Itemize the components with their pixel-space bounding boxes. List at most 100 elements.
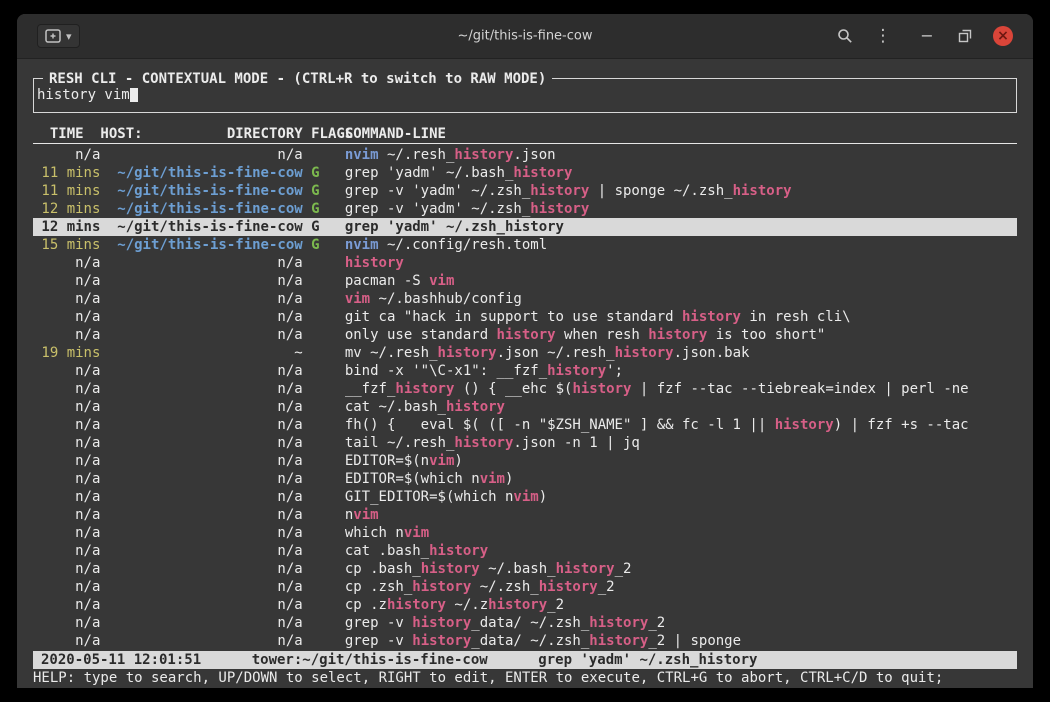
history-row[interactable]: n/an/acat ~/.bash_history [33, 398, 1017, 416]
row-time: n/a [33, 362, 100, 380]
row-command: history [345, 254, 1017, 272]
row-host-directory: n/a [100, 578, 302, 596]
row-host-directory: ~ [100, 344, 302, 362]
column-header-host-directory: HOST:DIRECTORY [100, 125, 302, 143]
command-text: cat .bash_ [345, 543, 429, 559]
history-row[interactable]: n/an/awhich nvim [33, 524, 1017, 542]
row-time: n/a [33, 488, 100, 506]
command-match-text: history [412, 615, 471, 631]
row-flags [303, 542, 345, 560]
history-row[interactable]: n/an/anvim [33, 506, 1017, 524]
new-tab-button[interactable]: ▾ [37, 24, 80, 48]
resh-search-panel: RESH CLI - CONTEXTUAL MODE - (CTRL+R to … [33, 78, 1017, 113]
row-time: 12 mins [33, 218, 100, 236]
history-row[interactable]: n/an/avim ~/.bashhub/config [33, 290, 1017, 308]
row-command: grep -v history_data/ ~/.zsh_history_2 |… [345, 632, 1017, 650]
minimize-button[interactable]: − [911, 20, 943, 52]
history-row[interactable]: n/an/a__fzf_history () { __ehc $(history… [33, 380, 1017, 398]
row-host-directory: n/a [100, 380, 302, 398]
row-time: n/a [33, 452, 100, 470]
row-flags: G [303, 182, 345, 200]
row-host-directory: ~/git/this-is-fine-cow [100, 218, 302, 236]
command-match-text: nvim [345, 237, 379, 253]
row-flags [303, 560, 345, 578]
command-text: ~/.bashhub/config [370, 291, 522, 307]
command-match-text: history [488, 597, 547, 613]
command-text: _data/ ~/.zsh_ [471, 633, 589, 649]
row-flags [303, 470, 345, 488]
history-row[interactable]: n/an/afh() { eval $( ([ -n "$ZSH_NAME" ]… [33, 416, 1017, 434]
history-row[interactable]: n/an/a bind -x '"\C-x1": __fzf_history'; [33, 362, 1017, 380]
row-time: n/a [33, 380, 100, 398]
row-host-directory: n/a [100, 506, 302, 524]
row-flags [303, 326, 345, 344]
history-row[interactable]: n/an/acp .zsh_history ~/.zsh_history_2 [33, 578, 1017, 596]
row-host-directory: n/a [100, 272, 302, 290]
history-row[interactable]: 15 mins~/git/this-is-fine-cowGnvim ~/.co… [33, 236, 1017, 254]
history-row[interactable]: 19 mins~mv ~/.resh_history.json ~/.resh_… [33, 344, 1017, 362]
command-match-text: history [497, 327, 556, 343]
row-flags [303, 632, 345, 650]
titlebar[interactable]: ▾ ~/git/this-is-fine-cow ⋮ − [17, 14, 1033, 59]
row-host-directory: n/a [100, 398, 302, 416]
row-flags [303, 452, 345, 470]
command-match-text: history [513, 165, 572, 181]
history-row[interactable]: n/an/aEDITOR=$(which nvim) [33, 470, 1017, 488]
row-time: n/a [33, 470, 100, 488]
column-header-directory: DIRECTORY [227, 125, 303, 143]
command-text: fh() { eval $( ([ -n "$ZSH_NAME" ] && fc… [345, 417, 775, 433]
column-header-command: COMMAND-LINE [345, 125, 1017, 143]
history-row[interactable]: n/an/agrep -v history_data/ ~/.zsh_histo… [33, 632, 1017, 650]
row-host-directory: n/a [100, 524, 302, 542]
history-row[interactable]: n/an/anvim ~/.resh_history.json [33, 146, 1017, 164]
history-row[interactable]: n/an/ahistory [33, 254, 1017, 272]
history-row[interactable]: n/an/aEDITOR=$(nvim) [33, 452, 1017, 470]
command-match-text: history [648, 327, 707, 343]
row-time: 11 mins [33, 182, 100, 200]
menu-button[interactable]: ⋮ [867, 20, 899, 52]
history-row[interactable]: n/an/atail ~/.resh_history.json -n 1 | j… [33, 434, 1017, 452]
history-row[interactable]: n/an/acat .bash_history [33, 542, 1017, 560]
restore-button[interactable] [949, 20, 981, 52]
command-match-text: history [446, 399, 505, 415]
command-text: ) [505, 471, 513, 487]
row-command: bind -x '"\C-x1": __fzf_history'; [345, 362, 1017, 380]
command-text: when resh [556, 327, 649, 343]
command-text: ~/.zsh_ [471, 579, 538, 595]
row-command: cat .bash_history [345, 542, 1017, 560]
history-row[interactable]: 12 mins~/git/this-is-fine-cowGgrep -v 'y… [33, 200, 1017, 218]
row-flags: G [303, 200, 345, 218]
kebab-menu-icon: ⋮ [875, 28, 892, 45]
history-row[interactable]: n/an/acp .zhistory ~/.zhistory_2 [33, 596, 1017, 614]
row-host-directory: n/a [100, 362, 302, 380]
row-time: 19 mins [33, 344, 100, 362]
row-host-directory: n/a [100, 614, 302, 632]
row-time: n/a [33, 596, 100, 614]
row-command: EDITOR=$(which nvim) [345, 470, 1017, 488]
history-row[interactable]: 11 mins~/git/this-is-fine-cowGgrep 'yadm… [33, 164, 1017, 182]
command-text: bind -x '"\C-x1": __fzf_ [345, 363, 547, 379]
search-button[interactable] [829, 20, 861, 52]
command-match-text: history [412, 633, 471, 649]
command-text: grep 'yadm' ~/.bash_ [345, 165, 514, 181]
history-row[interactable]: n/an/aGIT_EDITOR=$(which nvim) [33, 488, 1017, 506]
history-row[interactable]: n/an/agrep -v history_data/ ~/.zsh_histo… [33, 614, 1017, 632]
history-row[interactable]: n/an/aonly use standard history when res… [33, 326, 1017, 344]
titlebar-left-group: ▾ [37, 24, 80, 48]
row-host-directory: n/a [100, 560, 302, 578]
history-row[interactable]: n/an/apacman -S vim [33, 272, 1017, 290]
history-row[interactable]: n/an/agit ca "hack in support to use sta… [33, 308, 1017, 326]
row-flags [303, 380, 345, 398]
row-flags [303, 308, 345, 326]
history-row-selected[interactable]: 12 mins~/git/this-is-fine-cowGgrep 'yadm… [33, 218, 1017, 236]
row-time: n/a [33, 560, 100, 578]
row-host-directory: ~/git/this-is-fine-cow [100, 200, 302, 218]
command-match-text: vim [404, 525, 429, 541]
row-host-directory: n/a [100, 416, 302, 434]
row-flags [303, 146, 345, 164]
close-button[interactable]: × [987, 20, 1019, 52]
row-command: cp .zhistory ~/.zhistory_2 [345, 596, 1017, 614]
row-command: nvim ~/.resh_history.json [345, 146, 1017, 164]
history-row[interactable]: n/an/acp .bash_history ~/.bash_history_2 [33, 560, 1017, 578]
history-row[interactable]: 11 mins~/git/this-is-fine-cowGgrep -v 'y… [33, 182, 1017, 200]
